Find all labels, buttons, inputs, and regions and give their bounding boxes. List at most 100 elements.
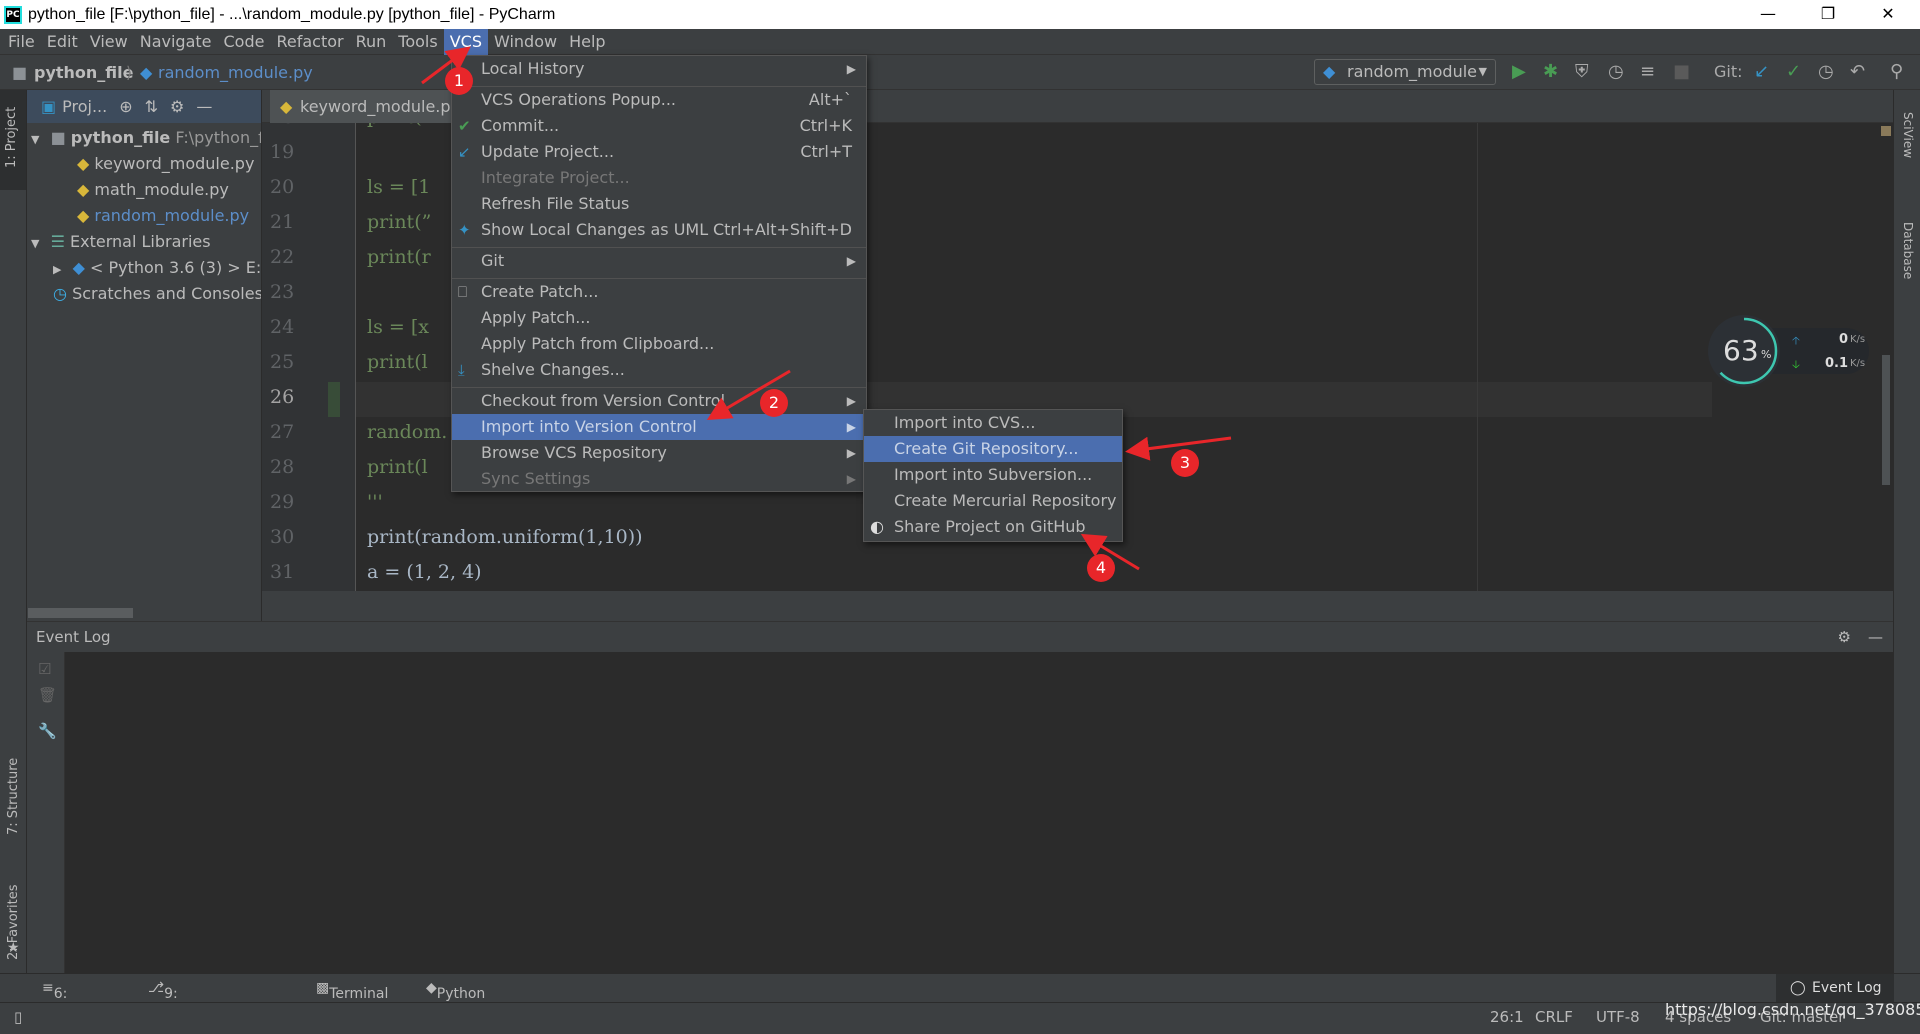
gear-icon[interactable]: ⚙ bbox=[170, 97, 184, 116]
caret-position[interactable]: 26:1 bbox=[1490, 1008, 1524, 1026]
mark-read-icon[interactable]: ☑ bbox=[38, 660, 51, 678]
vertical-scrollbar[interactable] bbox=[1878, 123, 1893, 591]
git-commit-icon[interactable]: ✓ bbox=[1786, 62, 1801, 82]
tree-item-file[interactable]: ◆ math_module.py bbox=[77, 180, 229, 199]
menu-item-git[interactable]: Git ▶ bbox=[452, 248, 866, 274]
trash-icon[interactable]: 🗑 bbox=[38, 686, 57, 704]
run-config-selector[interactable]: ◆ random_module ▼ bbox=[1314, 59, 1496, 85]
git-update-icon[interactable]: ↙ bbox=[1754, 62, 1769, 82]
menu-code[interactable]: Code bbox=[218, 29, 271, 55]
menu-item-import-into-version-control[interactable]: Import into Version Control ▶ bbox=[452, 414, 866, 440]
tree-item-scratches[interactable]: ◷ Scratches and Consoles bbox=[53, 284, 261, 303]
submenu-arrow-icon: ▶ bbox=[846, 472, 856, 486]
menu-item-vcs-operations-popup[interactable]: VCS Operations Popup... Alt+` bbox=[452, 87, 866, 113]
sciview-tool-tab[interactable]: SciView bbox=[1901, 112, 1915, 158]
menu-item-sync-settings[interactable]: Sync Settings ▶ bbox=[452, 466, 866, 492]
encoding-selector[interactable]: UTF-8 bbox=[1596, 1008, 1640, 1026]
menu-item-browse-vcs-repository[interactable]: Browse VCS Repository ▶ bbox=[452, 440, 866, 466]
line-number: 24 bbox=[270, 316, 295, 338]
search-icon[interactable]: ⚲ bbox=[1890, 62, 1903, 82]
menu-item-show-local-changes-as-uml[interactable]: ✦ Show Local Changes as UML Ctrl+Alt+Shift… bbox=[452, 217, 866, 243]
submenu-item-share-project-on-github[interactable]: ◐ Share Project on GitHub bbox=[864, 514, 1122, 540]
menu-item-commit[interactable]: ✔ Commit... Ctrl+K bbox=[452, 113, 866, 139]
shortcut-label: Ctrl+T bbox=[800, 142, 852, 161]
gear-icon[interactable]: ⚙ bbox=[1838, 622, 1851, 652]
code-line: ''' bbox=[367, 491, 383, 513]
uml-icon: ✦ bbox=[458, 221, 471, 239]
locate-icon[interactable]: ⊕ bbox=[119, 97, 132, 116]
menu-view[interactable]: View bbox=[84, 29, 134, 55]
revert-icon[interactable]: ↶ bbox=[1850, 62, 1865, 82]
line-number: 26 bbox=[270, 386, 295, 408]
minimize-button[interactable]: — bbox=[1740, 0, 1796, 29]
menu-item-label: Apply Patch from Clipboard... bbox=[481, 334, 715, 353]
hide-icon[interactable]: — bbox=[1868, 622, 1883, 652]
menu-window[interactable]: Window bbox=[488, 29, 563, 55]
tree-item-project-root[interactable]: ▼ ■ python_file F:\python_file bbox=[31, 128, 261, 147]
line-separator-selector[interactable]: CRLF bbox=[1535, 1008, 1573, 1026]
breadcrumb-project[interactable]: python_file bbox=[34, 63, 134, 82]
history-icon[interactable]: ◷ bbox=[1818, 62, 1834, 82]
breadcrumb-file[interactable]: random_module.py bbox=[158, 63, 313, 82]
coverage-icon[interactable]: ⛨ bbox=[1575, 62, 1589, 82]
terminal-tool-tab[interactable]: ▩ Terminal bbox=[316, 980, 388, 1002]
patch-icon: ⎕ bbox=[458, 283, 468, 301]
stop-icon[interactable]: ■ bbox=[1673, 62, 1690, 82]
concurrency-icon[interactable]: ≡ bbox=[1640, 62, 1655, 82]
wrench-icon[interactable]: 🔧 bbox=[38, 722, 57, 740]
project-view-selector[interactable]: Proj... bbox=[62, 97, 107, 116]
tree-item-python-sdk[interactable]: ▶ ◆ < Python 3.6 (3) > E:\a bbox=[53, 258, 261, 277]
hide-icon[interactable]: — bbox=[196, 97, 212, 116]
editor-horizontal-scrollbar[interactable] bbox=[262, 591, 1893, 621]
tree-item-file[interactable]: ◆ random_module.py bbox=[77, 206, 249, 225]
menu-edit[interactable]: Edit bbox=[41, 29, 84, 55]
restore-button[interactable]: ❐ bbox=[1800, 0, 1856, 29]
menu-item-create-patch[interactable]: ⎕ Create Patch... bbox=[452, 279, 866, 305]
run-icon[interactable]: ▶ bbox=[1512, 62, 1526, 82]
project-view-icon: ▣ bbox=[41, 97, 57, 116]
menu-item-refresh-file-status[interactable]: Refresh File Status bbox=[452, 191, 866, 217]
menu-item-label: Shelve Changes... bbox=[481, 360, 625, 379]
menu-item-apply-patch-from-clipboard[interactable]: Apply Patch from Clipboard... bbox=[452, 331, 866, 357]
menu-vcs[interactable]: VCS bbox=[443, 28, 488, 55]
menu-item-apply-patch[interactable]: Apply Patch... bbox=[452, 305, 866, 331]
submenu-arrow-icon: ▶ bbox=[846, 420, 856, 434]
collapse-all-icon[interactable]: ⇅ bbox=[145, 97, 158, 116]
menu-item-integrate-project[interactable]: Integrate Project... bbox=[452, 165, 866, 191]
debug-icon[interactable]: ✱ bbox=[1543, 62, 1558, 82]
database-tool-tab[interactable]: Database bbox=[1901, 222, 1915, 279]
version-control-tool-tab[interactable]: ⎇ 9: Version Control bbox=[148, 980, 216, 1034]
horizontal-scrollbar[interactable] bbox=[28, 608, 133, 618]
tool-window-bar: ≡ 6: TODO ⎇ 9: Version Control ▩ Termina… bbox=[0, 973, 1920, 1034]
menu-refactor[interactable]: Refactor bbox=[270, 29, 349, 55]
structure-tool-tab[interactable]: 7: Structure bbox=[6, 758, 21, 835]
menu-item-checkout-from-version-control[interactable]: Checkout from Version Control ▶ bbox=[452, 388, 866, 414]
menu-item-shelve-changes[interactable]: ⤓ Shelve Changes... bbox=[452, 357, 866, 383]
tree-item-file[interactable]: ◆ keyword_module.py bbox=[77, 154, 254, 173]
profile-icon[interactable]: ◷ bbox=[1608, 62, 1624, 82]
python-console-tool-tab[interactable]: ◆ Python Console bbox=[426, 980, 492, 1018]
menu-item-label: Checkout from Version Control bbox=[481, 391, 726, 410]
menu-navigate[interactable]: Navigate bbox=[134, 29, 218, 55]
close-button[interactable]: ✕ bbox=[1860, 0, 1916, 29]
inspection-status-icon[interactable] bbox=[1881, 126, 1891, 136]
todo-tool-tab[interactable]: ≡ 6: TODO bbox=[42, 980, 95, 1018]
menu-item-local-history[interactable]: Local History ▶ bbox=[452, 56, 866, 82]
menu-help[interactable]: Help bbox=[563, 29, 611, 55]
menu-tools[interactable]: Tools bbox=[392, 29, 443, 55]
tree-item-external-libraries[interactable]: ▼ ☰ External Libraries bbox=[31, 232, 211, 251]
submenu-item-create-git-repository[interactable]: Create Git Repository... bbox=[864, 436, 1122, 462]
menu-item-update-project[interactable]: ↙ Update Project... Ctrl+T bbox=[452, 139, 866, 165]
submenu-item-import-into-subversion[interactable]: Import into Subversion... bbox=[864, 462, 1122, 488]
submenu-item-create-mercurial-repository[interactable]: Create Mercurial Repository bbox=[864, 488, 1122, 514]
file-name: keyword_module.py bbox=[94, 154, 255, 173]
toggle-tool-windows-icon[interactable]: ▯ bbox=[14, 1008, 22, 1026]
menu-file[interactable]: File bbox=[2, 29, 41, 55]
submenu-item-import-into-cvs[interactable]: Import into CVS... bbox=[864, 410, 1122, 436]
project-tool-tab[interactable]: 1: Project bbox=[0, 90, 26, 190]
submenu-item-label: Import into Subversion... bbox=[894, 465, 1093, 484]
tab-keyword-module[interactable]: ◆ keyword_module.py bbox=[270, 90, 469, 123]
check-icon: ✔ bbox=[458, 117, 471, 135]
menu-run[interactable]: Run bbox=[350, 29, 393, 55]
event-log-tool-tab[interactable]: ◯ Event Log bbox=[1776, 974, 1894, 1002]
